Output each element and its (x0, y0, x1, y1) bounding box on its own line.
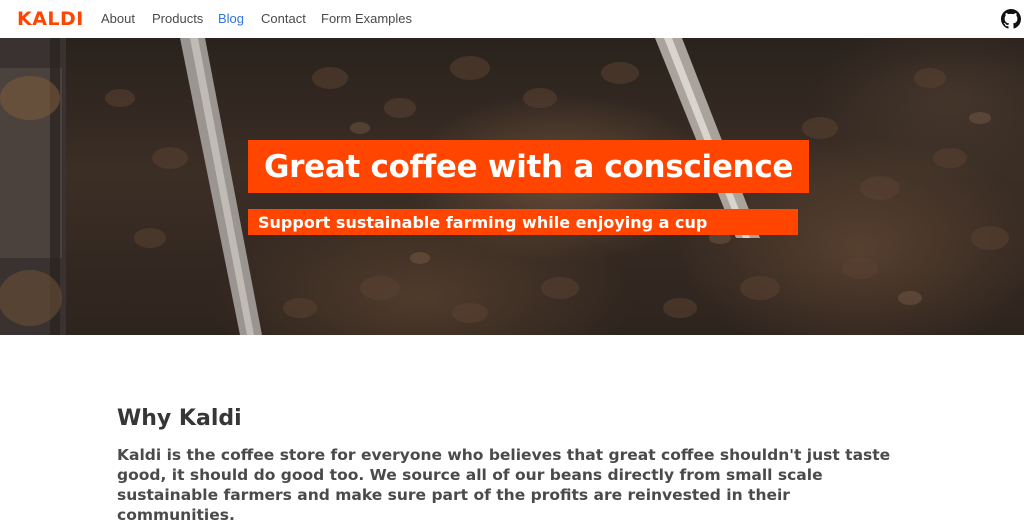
brand-logo[interactable]: KALDI (17, 9, 84, 29)
section-description: Kaldi is the coffee store for everyone w… (117, 446, 891, 524)
hero-title: Great coffee with a conscience (264, 148, 794, 185)
nav-item-products[interactable]: Products (152, 11, 203, 27)
section-title: Why Kaldi (117, 406, 242, 431)
nav-item-contact[interactable]: Contact (261, 11, 306, 27)
hero-title-box: Great coffee with a conscience (248, 140, 810, 193)
hero-subtitle: Support sustainable farming while enjoyi… (258, 212, 708, 232)
nav-item-blog[interactable]: Blog (218, 11, 244, 27)
hero-banner: Great coffee with a conscience Support s… (0, 38, 1024, 335)
why-kaldi-section: Why Kaldi Kaldi is the coffee store for … (117, 405, 917, 524)
navbar: KALDI About Products Blog Contact Form E… (0, 0, 1024, 38)
nav-item-about[interactable]: About (101, 11, 135, 27)
nav-item-form-examples[interactable]: Form Examples (321, 11, 412, 27)
hero-subtitle-box: Support sustainable farming while enjoyi… (248, 209, 798, 235)
github-icon[interactable] (1001, 9, 1021, 29)
